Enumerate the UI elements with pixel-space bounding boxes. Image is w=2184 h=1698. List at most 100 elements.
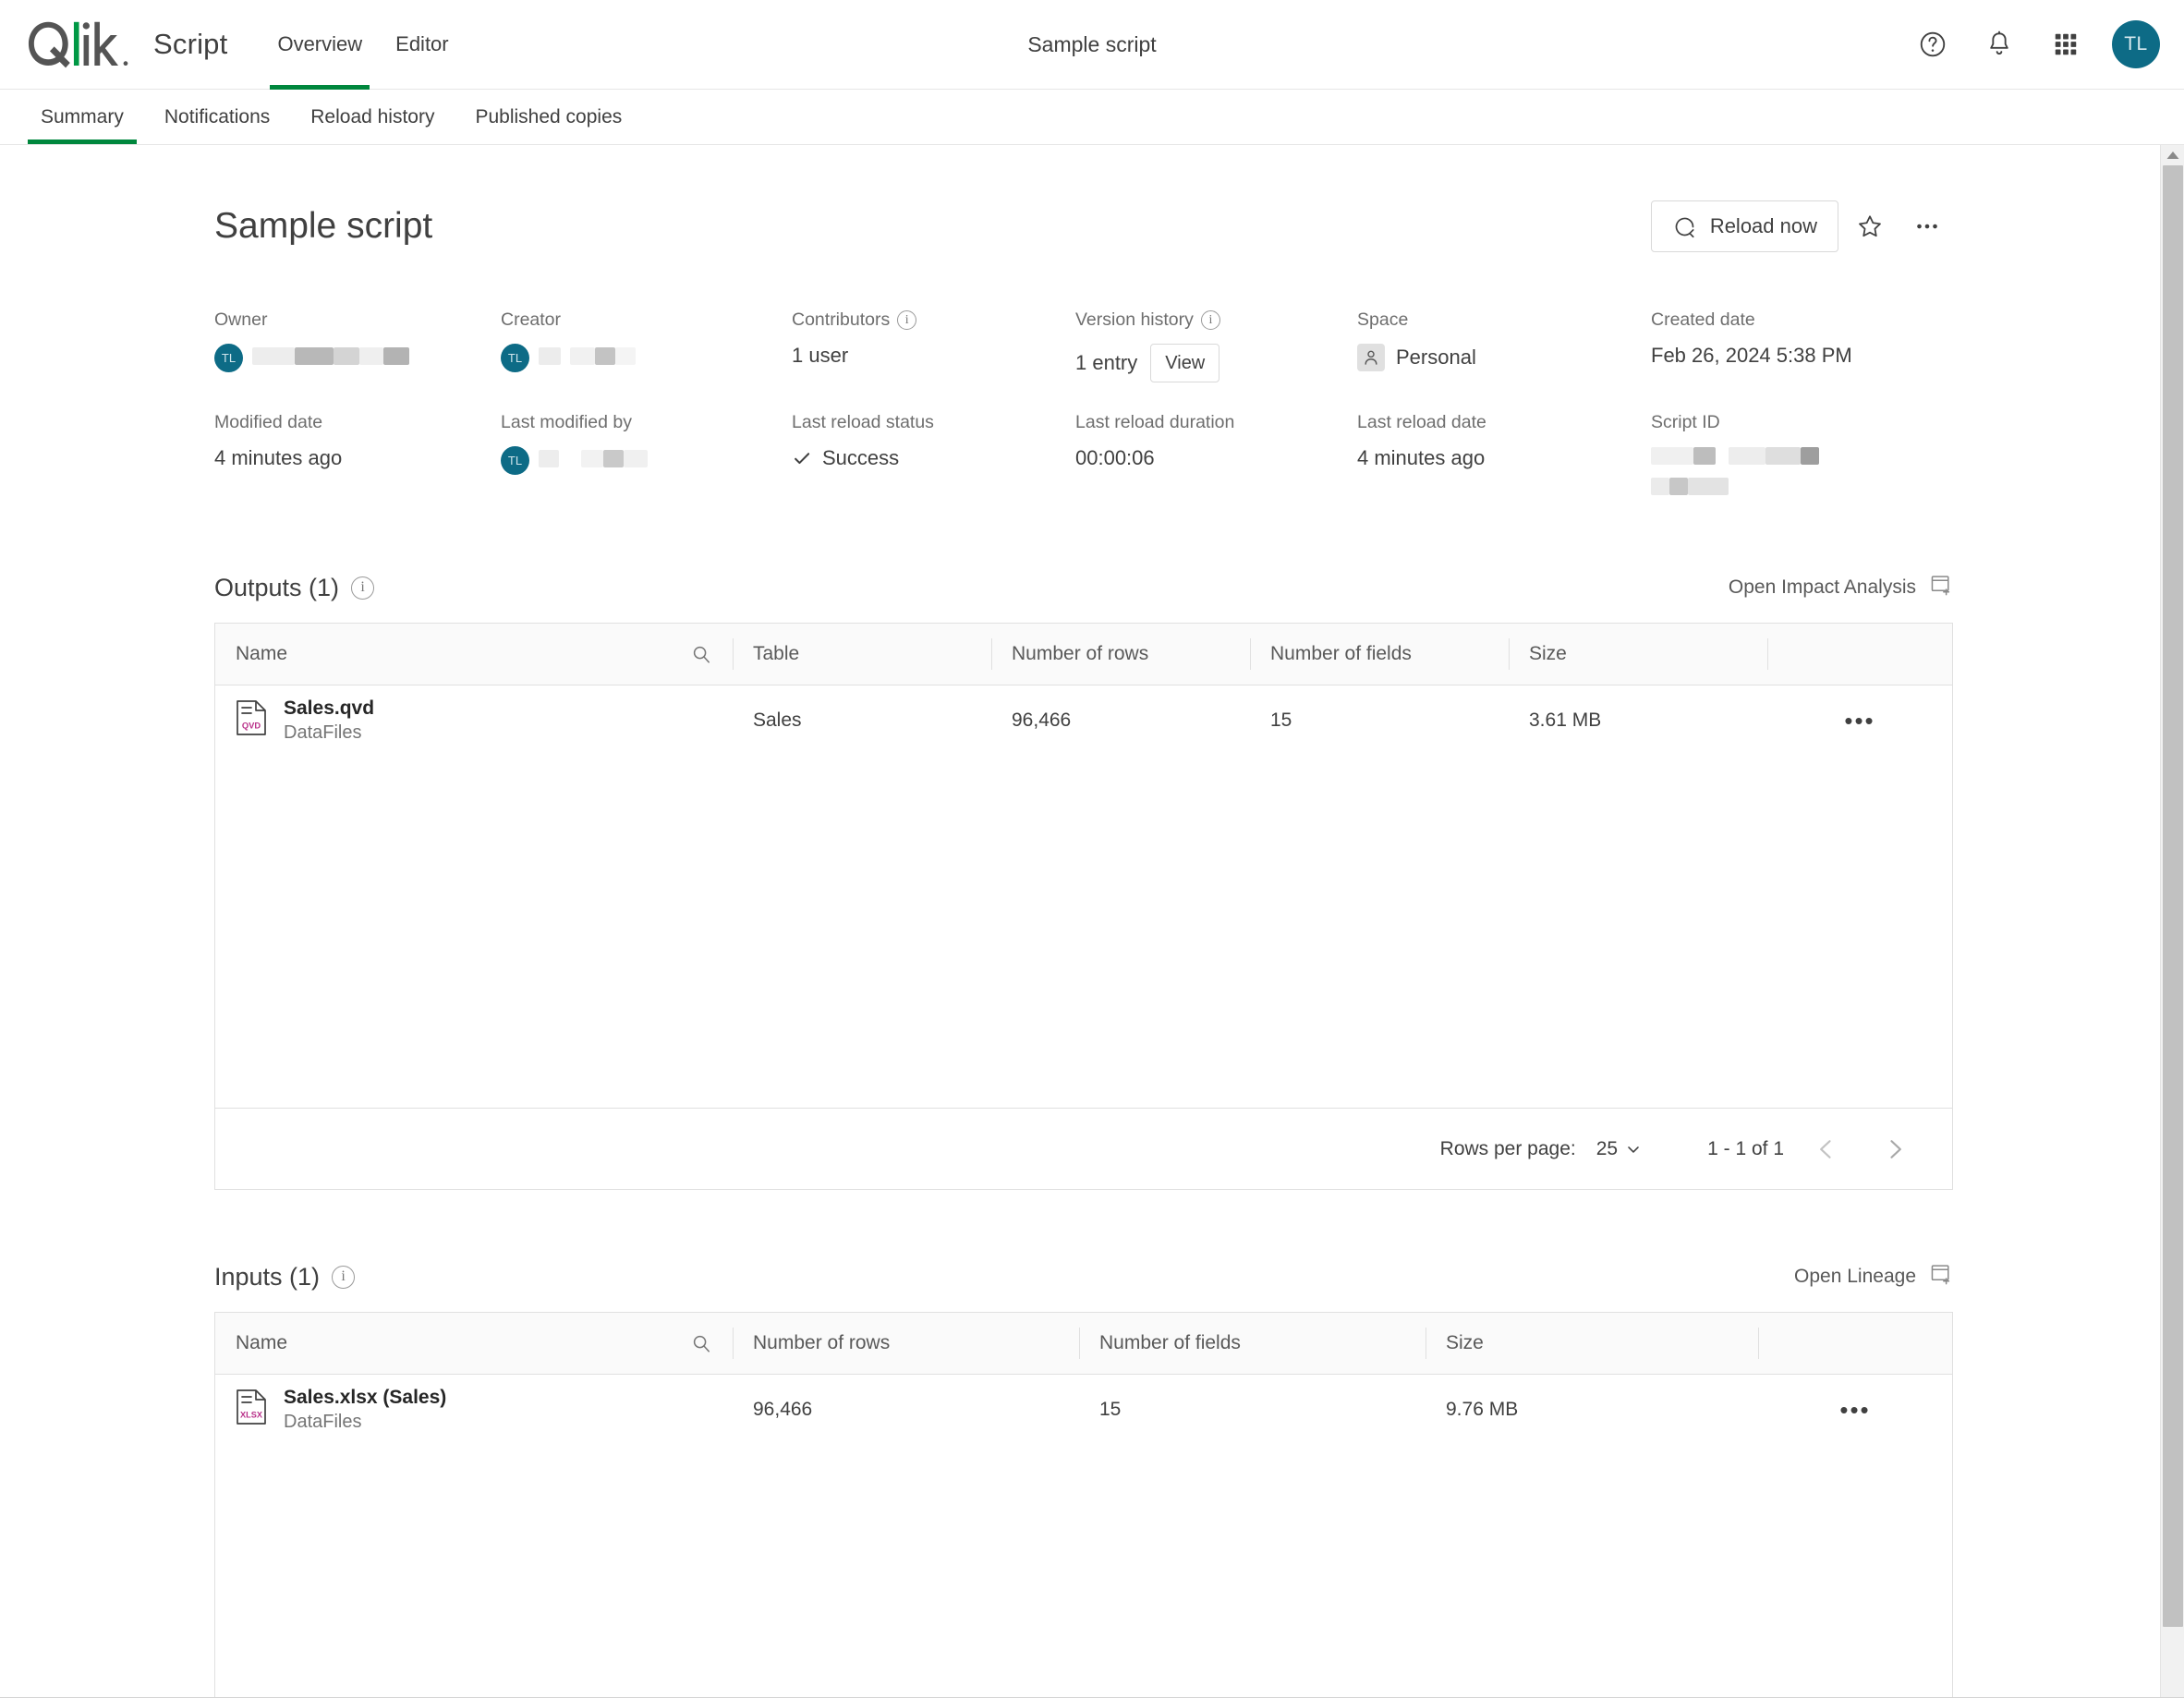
outputs-table-header-row: Name Table Number of rows Number of fiel… xyxy=(215,624,1952,685)
inputs-file-name[interactable]: Sales.xlsx (Sales) xyxy=(284,1387,446,1408)
nav-tab-editor[interactable]: Editor xyxy=(379,0,465,90)
meta-created-date: Created date Feb 26, 2024 5:38 PM xyxy=(1651,309,1953,382)
meta-created-date-value: Feb 26, 2024 5:38 PM xyxy=(1651,344,1852,367)
inputs-row-menu-icon[interactable]: ••• xyxy=(1758,1374,1952,1446)
meta-last-modified-by-value: TL xyxy=(501,446,792,475)
tab-notifications[interactable]: Notifications xyxy=(144,90,290,144)
reload-now-button[interactable]: Reload now xyxy=(1650,200,1838,252)
qlik-logo[interactable] xyxy=(26,18,135,70)
tab-published-copies[interactable]: Published copies xyxy=(455,90,642,144)
scrollbar-thumb[interactable] xyxy=(2163,165,2183,1627)
open-new-panel-icon xyxy=(1929,1262,1953,1292)
user-avatar[interactable]: TL xyxy=(2112,20,2160,68)
search-icon[interactable] xyxy=(690,1332,712,1354)
owner-avatar-initials: TL xyxy=(221,351,237,365)
creator-avatar: TL xyxy=(501,344,529,372)
last-modified-by-avatar-initials: TL xyxy=(507,454,523,467)
inputs-empty-space xyxy=(215,1446,1952,1698)
outputs-cell-size: 3.61 MB xyxy=(1529,710,1602,732)
rows-per-page-select[interactable]: 25 xyxy=(1596,1138,1643,1160)
inputs-info-icon[interactable]: i xyxy=(332,1265,356,1289)
vertical-scrollbar[interactable] xyxy=(2160,145,2184,1698)
inputs-section-header: Inputs (1) i Open Lineage xyxy=(214,1262,1953,1313)
outputs-col-actions xyxy=(1767,624,1952,685)
inputs-title: Inputs (1) i xyxy=(214,1263,356,1292)
open-impact-analysis-link[interactable]: Open Impact Analysis xyxy=(1729,573,1953,602)
meta-owner: Owner TL xyxy=(214,309,501,382)
meta-last-reload-status-value: Success xyxy=(792,446,1075,470)
tab-summary[interactable]: Summary xyxy=(20,90,144,144)
outputs-cell-name: QVD Sales.qvd DataFiles xyxy=(215,685,733,757)
outputs-col-table: Table xyxy=(733,624,991,685)
person-icon xyxy=(1357,344,1385,371)
check-icon xyxy=(792,448,812,468)
owner-avatar: TL xyxy=(214,344,243,372)
meta-version-history: Version history i 1 entry View xyxy=(1075,309,1357,382)
page-title: Sample script xyxy=(214,206,433,246)
inputs-file-source: DataFiles xyxy=(284,1412,362,1433)
tab-reload-history[interactable]: Reload history xyxy=(290,90,455,144)
open-lineage-label: Open Lineage xyxy=(1794,1266,1916,1287)
chevron-right-icon[interactable] xyxy=(1869,1123,1921,1175)
meta-contributors-label: Contributors i xyxy=(792,309,1075,331)
reload-icon xyxy=(1675,217,1694,237)
meta-script-id-label: Script ID xyxy=(1651,412,1720,432)
page-more-options-icon[interactable] xyxy=(1901,200,1953,252)
outputs-pagination: Rows per page: 25 1 - 1 of 1 xyxy=(215,1108,1952,1189)
open-impact-analysis-label: Open Impact Analysis xyxy=(1728,576,1916,598)
outputs-table: Name Table Number of rows Number of fiel… xyxy=(214,624,1953,1190)
nav-tab-overview[interactable]: Overview xyxy=(261,0,379,90)
secondary-tab-bar: Summary Notifications Reload history Pub… xyxy=(0,90,2184,145)
chevron-left-icon[interactable] xyxy=(1801,1123,1852,1175)
last-modified-by-redacted xyxy=(539,449,648,473)
content-scroll-region: Sample script Reload now Owner TL Creato… xyxy=(0,145,2184,1698)
outputs-file-name[interactable]: Sales.qvd xyxy=(284,697,374,719)
reload-now-label: Reload now xyxy=(1709,214,1817,237)
nav-tab-overview-label: Overview xyxy=(277,32,363,55)
help-icon[interactable] xyxy=(1912,24,1953,65)
version-history-count: 1 entry xyxy=(1075,351,1138,374)
svg-text:XLSX: XLSX xyxy=(240,1411,263,1420)
search-icon[interactable] xyxy=(690,643,712,665)
outputs-file-source: DataFiles xyxy=(284,722,362,744)
meta-last-reload-duration-value: 00:00:06 xyxy=(1075,446,1155,469)
scroll-up-arrow-icon[interactable] xyxy=(2161,145,2184,165)
outputs-cell-fields: 15 xyxy=(1270,710,1292,732)
meta-owner-value: TL xyxy=(214,344,501,372)
owner-name-redacted xyxy=(252,346,409,370)
meta-creator: Creator TL xyxy=(501,309,792,382)
user-avatar-initials: TL xyxy=(2124,33,2148,55)
inputs-table-header-row: Name Number of rows Number of fields Siz… xyxy=(215,1313,1952,1375)
meta-script-id-value xyxy=(1651,446,1953,501)
top-navigation-bar: Script Overview Editor Sample script TL xyxy=(0,0,2184,90)
table-row[interactable]: QVD Sales.qvd DataFiles Sales 96,466 15 … xyxy=(215,685,1952,757)
meta-last-reload-date-label: Last reload date xyxy=(1357,412,1486,432)
view-version-history-button[interactable]: View xyxy=(1150,344,1220,382)
meta-last-reload-status: Last reload status Success xyxy=(792,412,1075,501)
meta-version-history-label-text: Version history xyxy=(1075,309,1194,330)
outputs-title: Outputs (1) i xyxy=(214,574,375,602)
grid-apps-icon[interactable] xyxy=(2045,24,2086,65)
inputs-section: Inputs (1) i Open Lineage Name Number of… xyxy=(214,1262,1953,1698)
meta-last-reload-date: Last reload date 4 minutes ago xyxy=(1357,412,1651,501)
inputs-cell-name: XLSX Sales.xlsx (Sales) DataFiles xyxy=(215,1374,733,1446)
xlsx-file-icon: XLSX xyxy=(236,1389,267,1431)
star-icon[interactable] xyxy=(1844,200,1896,252)
bell-icon[interactable] xyxy=(1979,24,2020,65)
tab-published-copies-label: Published copies xyxy=(475,105,623,127)
open-lineage-link[interactable]: Open Lineage xyxy=(1794,1262,1953,1292)
outputs-row-menu-icon[interactable]: ••• xyxy=(1767,685,1952,757)
outputs-info-icon[interactable]: i xyxy=(351,576,375,600)
svg-text:QVD: QVD xyxy=(242,721,261,731)
script-id-redacted xyxy=(1651,446,1819,501)
meta-last-reload-duration: Last reload duration 00:00:06 xyxy=(1075,412,1357,501)
table-row[interactable]: XLSX Sales.xlsx (Sales) DataFiles 96,466… xyxy=(215,1374,1952,1446)
qvd-file-icon: QVD xyxy=(236,699,267,742)
last-reload-status-text: Success xyxy=(822,446,900,469)
meta-modified-date: Modified date 4 minutes ago xyxy=(214,412,501,501)
outputs-file-info: Sales.qvd DataFiles xyxy=(284,697,374,745)
version-history-info-icon[interactable]: i xyxy=(1200,310,1220,330)
meta-creator-value: TL xyxy=(501,344,792,372)
meta-space-label: Space xyxy=(1357,309,1409,330)
contributors-info-icon[interactable]: i xyxy=(897,310,917,330)
